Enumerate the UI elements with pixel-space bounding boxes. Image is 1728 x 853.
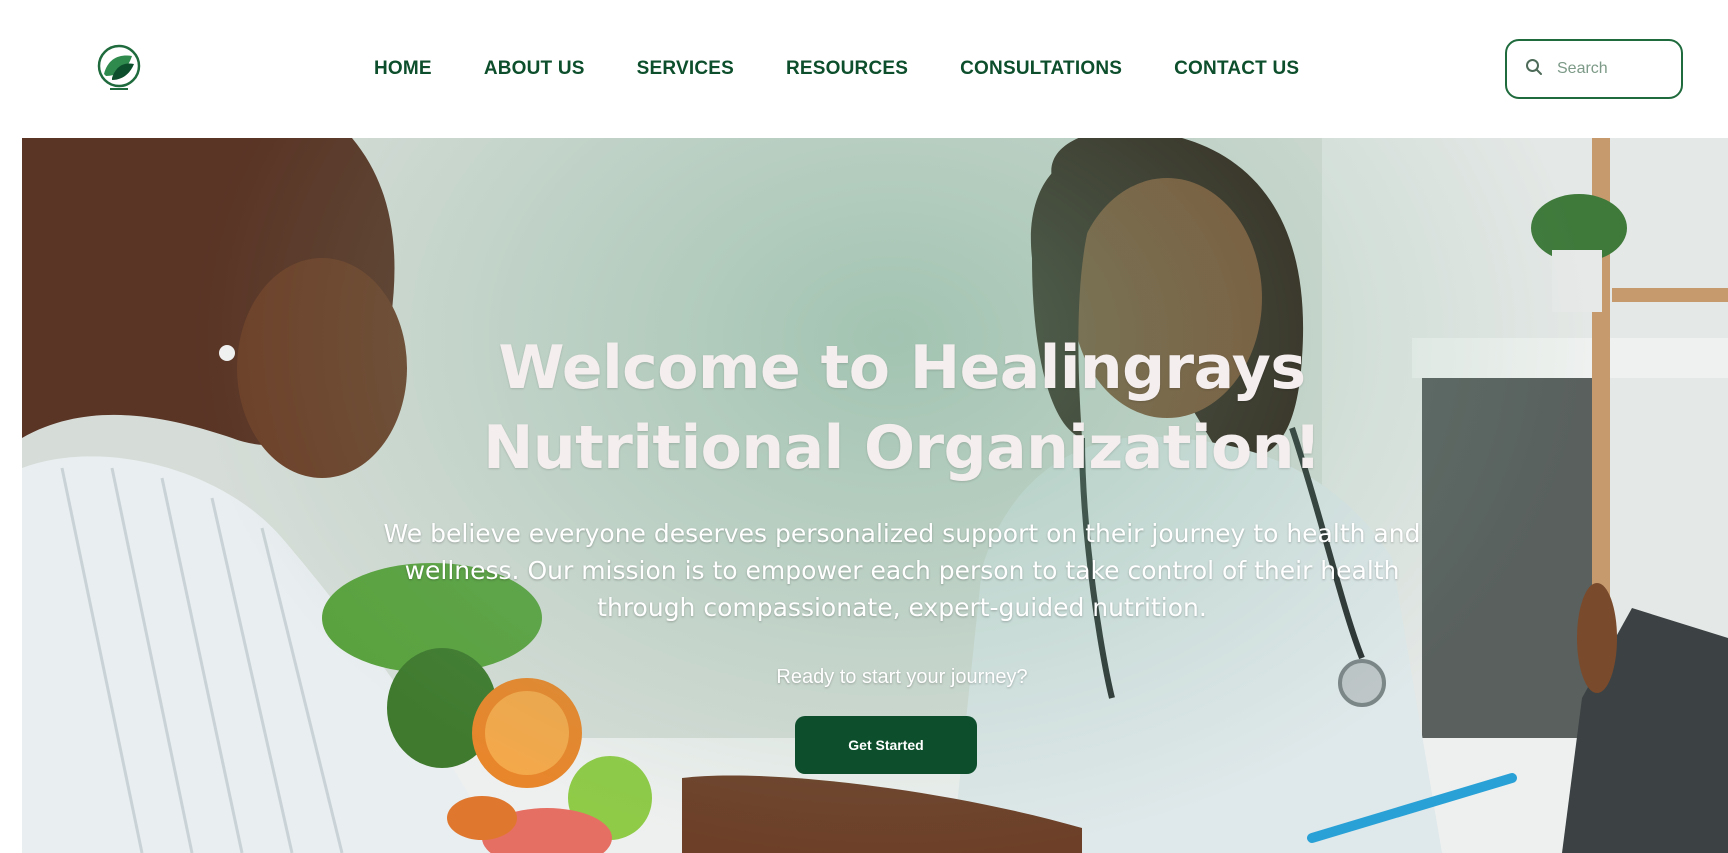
search-box[interactable] — [1505, 39, 1683, 99]
search-input[interactable] — [1555, 59, 1649, 79]
nav-item-services[interactable]: SERVICES — [637, 58, 734, 80]
nav-item-home[interactable]: HOME — [374, 58, 432, 80]
leaf-logo-icon[interactable] — [94, 44, 144, 94]
nav-item-contact-us[interactable]: CONTACT US — [1174, 58, 1299, 80]
hero-section: Welcome to Healingrays Nutritional Organ… — [22, 138, 1728, 853]
hero-subtitle: We believe everyone deserves personalize… — [383, 519, 1421, 622]
hero-prompt: Ready to start your journey? — [776, 666, 1028, 688]
hero-title: Welcome to Healingrays Nutritional Organ… — [483, 333, 1321, 484]
site-header: HOME ABOUT US SERVICES RESOURCES CONSULT… — [0, 0, 1728, 138]
search-icon — [1525, 58, 1543, 81]
nav-item-resources[interactable]: RESOURCES — [786, 58, 908, 80]
nav-item-consultations[interactable]: CONSULTATIONS — [960, 58, 1122, 80]
nav-item-about-us[interactable]: ABOUT US — [484, 58, 585, 80]
get-started-button[interactable]: Get Started — [795, 716, 977, 774]
main-nav: HOME ABOUT US SERVICES RESOURCES CONSULT… — [374, 58, 1299, 80]
